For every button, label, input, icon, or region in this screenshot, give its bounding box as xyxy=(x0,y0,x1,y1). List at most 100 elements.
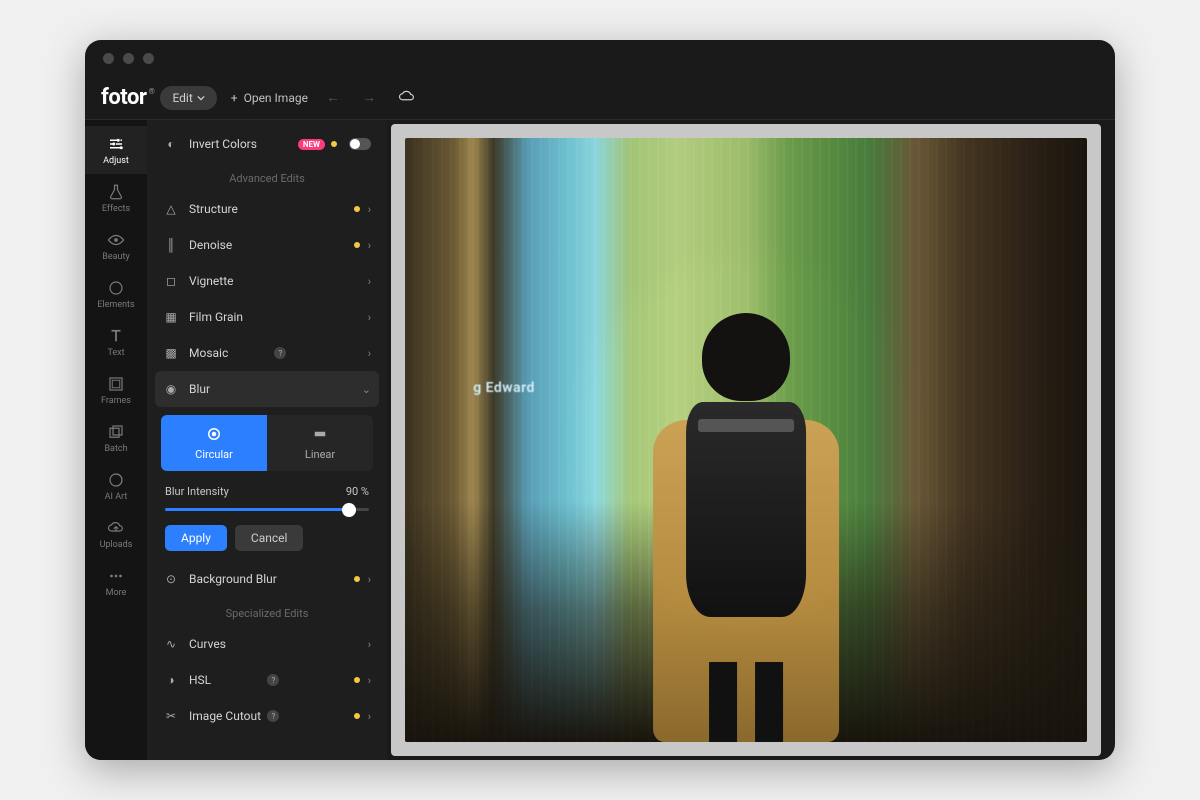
cloud-icon xyxy=(398,89,416,103)
mosaic-icon: ▩ xyxy=(163,345,179,361)
row-structure[interactable]: △ Structure › xyxy=(155,191,379,227)
sidebar-item-adjust[interactable]: Adjust xyxy=(85,126,147,174)
head-shape xyxy=(702,313,790,401)
row-blur[interactable]: ◉ Blur ⌄ xyxy=(155,371,379,407)
premium-dot-icon xyxy=(354,206,360,212)
sidebar-item-beauty[interactable]: Beauty xyxy=(85,222,147,270)
blur-intensity-block: Blur Intensity 90 % xyxy=(155,479,379,521)
row-mosaic[interactable]: ▩ Mosaic ? › xyxy=(155,335,379,371)
sidebar-item-uploads[interactable]: Uploads xyxy=(85,510,147,558)
premium-dot-icon xyxy=(354,677,360,683)
sidebar-label: Adjust xyxy=(103,156,129,166)
eye-icon xyxy=(107,231,125,249)
content-area: Adjust Effects Beauty Elements Text Fram… xyxy=(85,120,1115,760)
leg-shape xyxy=(709,662,737,742)
blur-type-tabs: Circular Linear xyxy=(161,415,373,471)
window-close-dot[interactable] xyxy=(103,53,114,64)
invert-icon: ◐ xyxy=(163,136,179,152)
row-label: Blur xyxy=(189,382,362,396)
sidebar-label: More xyxy=(106,588,127,598)
sidebar-label: Effects xyxy=(102,204,130,214)
sidebar-label: Text xyxy=(107,348,124,358)
help-icon[interactable]: ? xyxy=(274,347,286,359)
cloud-sync-button[interactable] xyxy=(394,85,420,111)
person-silhouette xyxy=(630,295,862,742)
row-curves[interactable]: ∿ Curves › xyxy=(155,626,379,662)
blur-action-row: Apply Cancel xyxy=(155,521,379,561)
flask-icon xyxy=(107,183,125,201)
chevron-right-icon: › xyxy=(368,710,371,723)
invert-toggle[interactable] xyxy=(349,138,371,150)
row-label: HSL xyxy=(189,673,263,687)
blur-intensity-slider[interactable] xyxy=(165,508,369,511)
sidebar-item-more[interactable]: More xyxy=(85,558,147,606)
row-hsl[interactable]: ◑ HSL ? › xyxy=(155,662,379,698)
sidebar-item-batch[interactable]: Batch xyxy=(85,414,147,462)
sidebar-label: Batch xyxy=(104,444,127,454)
background-blur-icon: ⊙ xyxy=(163,571,179,587)
tool-sidebar: Adjust Effects Beauty Elements Text Fram… xyxy=(85,120,147,760)
leg-shape xyxy=(755,662,783,742)
topbar: fotor® Edit + Open Image ← → xyxy=(85,76,1115,120)
row-background-blur[interactable]: ⊙ Background Blur › xyxy=(155,561,379,597)
apply-button[interactable]: Apply xyxy=(165,525,227,551)
blur-tab-label: Circular xyxy=(195,448,233,461)
denoise-icon: ║ xyxy=(163,237,179,253)
sidebar-label: AI Art xyxy=(105,492,128,502)
row-denoise[interactable]: ║ Denoise › xyxy=(155,227,379,263)
slider-thumb[interactable] xyxy=(342,503,356,517)
canvas-area: g Edward xyxy=(387,120,1115,760)
canvas-frame: g Edward xyxy=(391,124,1101,756)
row-vignette[interactable]: ◻ Vignette › xyxy=(155,263,379,299)
section-specialized-edits: Specialized Edits xyxy=(155,597,379,626)
upload-icon xyxy=(107,519,125,537)
chevron-right-icon: › xyxy=(368,638,371,651)
curves-icon: ∿ xyxy=(163,636,179,652)
row-label: Denoise xyxy=(189,238,354,252)
sidebar-label: Beauty xyxy=(102,252,129,262)
app-window: fotor® Edit + Open Image ← → Adjust Effe… xyxy=(85,40,1115,760)
premium-dot-icon xyxy=(331,141,337,147)
row-label: Structure xyxy=(189,202,354,216)
chevron-right-icon: › xyxy=(368,275,371,288)
row-invert-colors[interactable]: ◐ Invert Colors NEW xyxy=(155,126,379,162)
sidebar-item-ai-art[interactable]: AI Art xyxy=(85,462,147,510)
edit-menu-button[interactable]: Edit xyxy=(160,86,216,110)
text-icon xyxy=(107,327,125,345)
open-image-button[interactable]: + Open Image xyxy=(231,91,308,105)
shapes-icon xyxy=(107,279,125,297)
help-icon[interactable]: ? xyxy=(267,710,279,722)
film-grain-icon: ▦ xyxy=(163,309,179,325)
chevron-right-icon: › xyxy=(368,674,371,687)
chevron-down-icon: ⌄ xyxy=(362,383,371,396)
row-label: Mosaic xyxy=(189,346,270,360)
help-icon[interactable]: ? xyxy=(267,674,279,686)
circular-icon xyxy=(205,425,223,443)
window-zoom-dot[interactable] xyxy=(143,53,154,64)
canvas-image[interactable]: g Edward xyxy=(405,138,1087,742)
sidebar-item-text[interactable]: Text xyxy=(85,318,147,366)
nav-back-button[interactable]: ← xyxy=(322,85,344,110)
blur-tab-circular[interactable]: Circular xyxy=(161,415,267,471)
row-label: Vignette xyxy=(189,274,368,288)
premium-dot-icon xyxy=(354,576,360,582)
premium-dot-icon xyxy=(354,713,360,719)
row-film-grain[interactable]: ▦ Film Grain › xyxy=(155,299,379,335)
row-label: Film Grain xyxy=(189,310,368,324)
blur-intensity-value: 90 % xyxy=(346,485,369,498)
titlebar xyxy=(85,40,1115,76)
chevron-right-icon: › xyxy=(368,239,371,252)
sidebar-item-effects[interactable]: Effects xyxy=(85,174,147,222)
vignette-icon: ◻ xyxy=(163,273,179,289)
row-label: Invert Colors xyxy=(189,137,298,151)
sidebar-item-elements[interactable]: Elements xyxy=(85,270,147,318)
window-minimize-dot[interactable] xyxy=(123,53,134,64)
blur-tab-linear[interactable]: Linear xyxy=(267,415,373,471)
row-image-cutout[interactable]: ✂ Image Cutout ? › xyxy=(155,698,379,734)
adjust-icon xyxy=(107,135,125,153)
cancel-button[interactable]: Cancel xyxy=(235,525,304,551)
brand-logo: fotor® xyxy=(101,85,146,110)
plus-icon: + xyxy=(231,91,238,105)
nav-forward-button[interactable]: → xyxy=(358,85,380,110)
sidebar-item-frames[interactable]: Frames xyxy=(85,366,147,414)
